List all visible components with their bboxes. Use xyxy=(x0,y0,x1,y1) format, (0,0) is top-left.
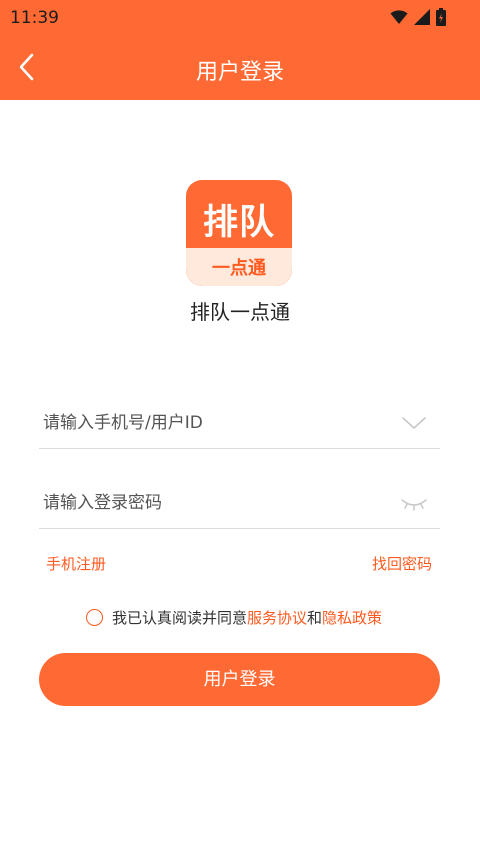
cellular-signal-icon xyxy=(414,9,430,25)
service-terms-link[interactable]: 服务协议 xyxy=(247,607,307,628)
register-link[interactable]: 手机注册 xyxy=(46,553,106,574)
battery-charging-icon xyxy=(436,8,446,26)
username-field xyxy=(39,398,440,449)
logo-main-text: 排队 xyxy=(202,203,275,243)
chevron-down-icon xyxy=(402,417,426,429)
status-icons xyxy=(390,8,446,26)
agreement-conjunction: 和 xyxy=(307,608,323,627)
agreement-prefix: 我已认真阅读并同意 xyxy=(112,608,248,627)
logo-sub-text: 一点通 xyxy=(212,258,266,279)
account-dropdown-toggle[interactable] xyxy=(400,412,428,434)
agreement-row: 我已认真阅读并同意 服务协议 和 隐私政策 xyxy=(86,606,382,628)
username-input[interactable] xyxy=(43,410,383,436)
logo-sub-band: 一点通 xyxy=(186,248,292,286)
password-field xyxy=(39,478,440,529)
login-button[interactable]: 用户登录 xyxy=(39,653,440,706)
app-name: 排队一点通 xyxy=(190,300,290,324)
agreement-radio[interactable] xyxy=(86,608,103,626)
status-time: 11:39 xyxy=(10,8,59,28)
page-title: 用户登录 xyxy=(195,60,284,85)
eye-closed-icon xyxy=(401,499,427,511)
password-visibility-toggle[interactable] xyxy=(400,492,428,514)
wifi-icon xyxy=(390,10,408,24)
status-bar: 11:39 xyxy=(0,0,480,34)
forgot-password-link[interactable]: 找回密码 xyxy=(372,553,432,574)
password-input[interactable] xyxy=(43,490,383,516)
app-bar: 用户登录 xyxy=(0,34,480,100)
privacy-policy-link[interactable]: 隐私政策 xyxy=(322,607,382,628)
app-logo: 排队 一点通 xyxy=(186,180,292,286)
